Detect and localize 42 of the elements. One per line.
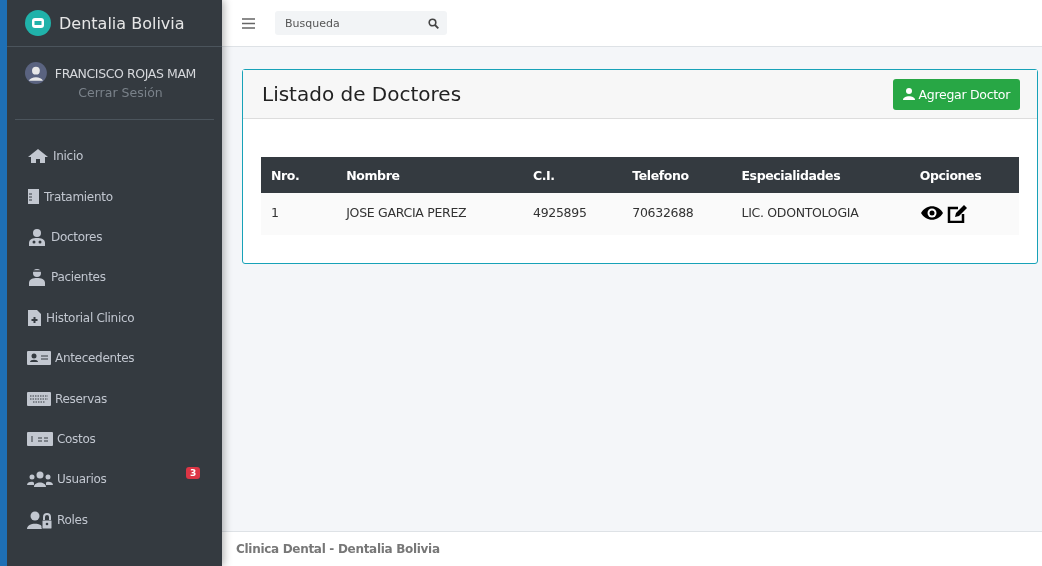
- sidebar-item[interactable]: Inicio: [7, 136, 222, 177]
- sidebar-item[interactable]: Pacientes: [7, 257, 222, 298]
- column-header: Nro.: [261, 157, 337, 193]
- file-plus-icon: [27, 308, 42, 327]
- card-title: Listado de Doctores: [262, 82, 462, 106]
- logo-icon: [25, 10, 51, 36]
- table-cell: 1: [261, 193, 337, 235]
- sidebar-item[interactable]: Tratamiento: [7, 176, 222, 217]
- brand-name[interactable]: Dentalia Bolivia: [59, 13, 185, 33]
- table-cell: JOSE GARCIA PEREZ: [336, 193, 523, 235]
- id-card-icon: [27, 350, 51, 367]
- users-icon: [27, 471, 53, 488]
- column-header: C.I.: [523, 157, 623, 193]
- search-field[interactable]: Busqueda: [283, 15, 428, 31]
- menu-icon[interactable]: [242, 17, 255, 29]
- footer-text: Clinica Dental - Dentalia Bolivia: [236, 542, 440, 556]
- sidebar-item[interactable]: Antecedentes: [7, 337, 222, 379]
- sidebar-item[interactable]: Doctores: [7, 216, 222, 258]
- user-lock-icon: [27, 510, 53, 529]
- table-cell: 4925895: [523, 193, 623, 235]
- sidebar-item[interactable]: Usuarios 3: [7, 459, 222, 500]
- table-cell: 70632688: [622, 193, 732, 235]
- money-check-icon: [27, 431, 53, 446]
- sidebar-item[interactable]: Costos: [7, 418, 222, 460]
- edit-icon[interactable]: [946, 205, 967, 223]
- search-icon[interactable]: [428, 17, 439, 29]
- table-cell: LIC. ODONTOLOGIA: [731, 193, 910, 235]
- notification-badge: 3: [186, 467, 200, 480]
- column-header: Telefono: [622, 157, 732, 193]
- eye-icon[interactable]: [919, 205, 944, 221]
- avatar-icon: [25, 59, 47, 87]
- sidebar-item[interactable]: Historial Clinico: [7, 297, 222, 338]
- column-header: Opciones: [909, 157, 1019, 193]
- search-box[interactable]: Busqueda: [275, 11, 447, 35]
- keyboard-icon: [27, 391, 51, 406]
- sidebar-item[interactable]: Roles: [7, 499, 222, 540]
- sidebar-item[interactable]: Reservas: [7, 378, 222, 419]
- user-name[interactable]: FRANCISCO ROJAS MAM: [54, 65, 196, 81]
- document-icon: [27, 188, 40, 206]
- column-header: Nombre: [336, 157, 523, 193]
- column-header: Especialidades: [731, 157, 910, 193]
- home-icon: [27, 148, 49, 165]
